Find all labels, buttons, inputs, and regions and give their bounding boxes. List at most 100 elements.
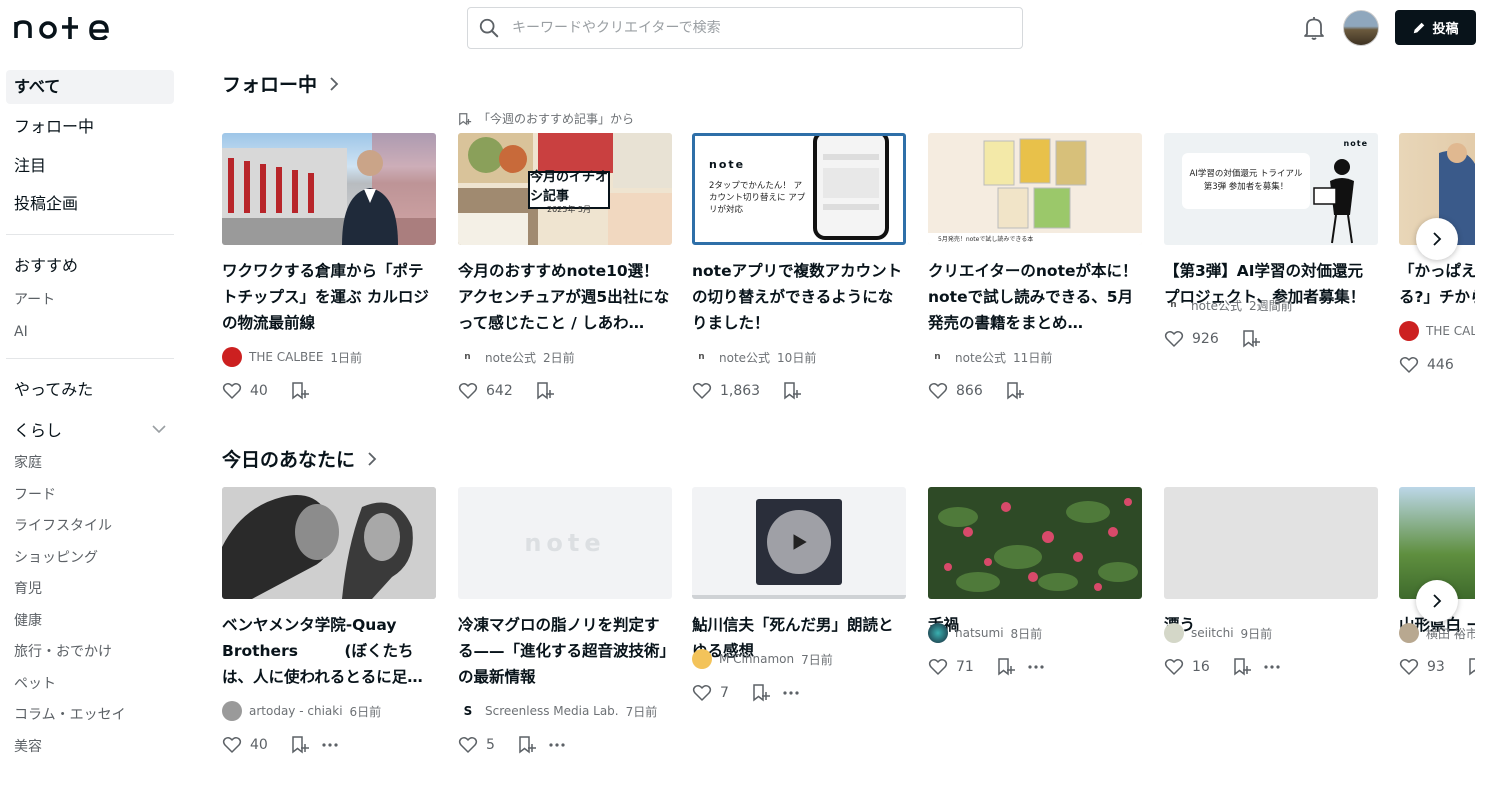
article-title[interactable]: noteアプリで複数アカウントの切り替えができるようになりました！ bbox=[692, 258, 906, 336]
more-icon[interactable] bbox=[1026, 657, 1046, 677]
article-title[interactable]: 冷凍マグロの脂ノリを判定する——「進化する超音波技術」の最新情報 bbox=[458, 612, 672, 690]
sidebar-sub-family[interactable]: 家庭 bbox=[6, 448, 174, 480]
article-card[interactable]: ベンヤメンタ学院-Quay Brothers (ぼくたちは、人に使われるとるに足… bbox=[222, 487, 436, 757]
more-icon[interactable] bbox=[320, 735, 340, 755]
sidebar-sub-ai[interactable]: AI bbox=[6, 317, 174, 349]
sidebar-sub-health[interactable]: 健康 bbox=[6, 606, 174, 638]
heart-icon[interactable] bbox=[222, 735, 242, 755]
add-to-magazine-icon[interactable] bbox=[290, 381, 310, 401]
author-name[interactable]: seiitchi bbox=[1191, 626, 1234, 640]
author-avatar[interactable]: n bbox=[928, 347, 948, 367]
sidebar-item-yattemita[interactable]: やってみた bbox=[6, 371, 174, 410]
author-avatar[interactable] bbox=[1164, 623, 1184, 643]
heart-icon[interactable] bbox=[928, 657, 948, 677]
add-to-magazine-icon[interactable] bbox=[1232, 657, 1252, 677]
heart-icon[interactable] bbox=[222, 381, 242, 401]
add-to-magazine-icon[interactable] bbox=[535, 381, 555, 401]
section-following-title[interactable]: フォロー中 bbox=[222, 70, 339, 97]
article-card[interactable]: ワクワクする倉庫から「ポテトチップス」を運ぶ カルロジの物流最前線 THE CA… bbox=[222, 133, 436, 403]
like-count: 926 bbox=[1192, 331, 1219, 347]
sidebar-item-all[interactable]: すべて bbox=[6, 70, 174, 104]
article-card[interactable]: note 2タップでかんたん！ アカウント切り替えに アプリが対応 noteアプ… bbox=[692, 133, 906, 403]
search-box[interactable] bbox=[467, 7, 1023, 49]
article-card[interactable]: 漂う seiitchi 9日前 16 bbox=[1164, 487, 1378, 679]
sidebar-sub-lifestyle[interactable]: ライフスタイル bbox=[6, 511, 174, 543]
sidebar-sub-parenting[interactable]: 育児 bbox=[6, 574, 174, 606]
article-card[interactable]: 今月のイチオシ記事 2025年 5月 今月のおすすめnote10選！アクセンチュ… bbox=[458, 133, 672, 403]
add-to-magazine-icon[interactable] bbox=[1241, 329, 1261, 349]
sidebar-sub-art[interactable]: アート bbox=[6, 285, 174, 317]
article-card[interactable]: AI学習の対価還元 トライアル第3弾 参加者を募集！ note 【第3弾】AI学… bbox=[1164, 133, 1378, 351]
author-avatar[interactable]: n bbox=[458, 347, 478, 367]
author-name[interactable]: note公式 bbox=[485, 349, 536, 366]
search-input[interactable] bbox=[512, 20, 992, 36]
note-logo[interactable] bbox=[14, 14, 120, 41]
author-avatar[interactable] bbox=[222, 347, 242, 367]
author-avatar[interactable] bbox=[1399, 623, 1419, 643]
author-avatar[interactable] bbox=[928, 623, 948, 643]
add-to-magazine-icon[interactable] bbox=[751, 683, 771, 703]
article-title[interactable]: ベンヤメンタ学院-Quay Brothers (ぼくたちは、人に使われるとるに足… bbox=[222, 612, 436, 690]
user-avatar[interactable] bbox=[1343, 10, 1379, 46]
author-name[interactable]: artoday - chiaki bbox=[249, 704, 343, 718]
article-title[interactable]: 「かっぱえびせんから消える?」チから お bbox=[1399, 258, 1475, 310]
add-to-magazine-icon[interactable] bbox=[996, 657, 1016, 677]
sidebar-sub-beauty[interactable]: 美容 bbox=[6, 732, 174, 764]
add-to-magazine-icon[interactable] bbox=[1467, 657, 1475, 677]
sidebar-item-featured[interactable]: 注目 bbox=[6, 147, 174, 186]
heart-icon[interactable] bbox=[692, 381, 712, 401]
more-icon[interactable] bbox=[547, 735, 567, 755]
carousel-next-button[interactable] bbox=[1416, 218, 1458, 260]
author-avatar[interactable]: n bbox=[1164, 295, 1184, 315]
article-card[interactable]: note 冷凍マグロの脂ノリを判定する——「進化する超音波技術」の最新情報 S … bbox=[458, 487, 672, 757]
sidebar-sub-food[interactable]: フード bbox=[6, 480, 174, 512]
heart-icon[interactable] bbox=[1164, 657, 1184, 677]
sidebar-item-recommend[interactable]: おすすめ bbox=[6, 247, 174, 286]
article-card[interactable]: 鮎川信夫「死んだ男」朗読とゆる感想 M Cinnamon 7日前 7 bbox=[692, 487, 906, 705]
author-name[interactable]: natsumi bbox=[955, 626, 1004, 640]
heart-icon[interactable] bbox=[1399, 657, 1419, 677]
carousel-next-button[interactable] bbox=[1416, 580, 1458, 622]
add-to-magazine-icon[interactable] bbox=[1005, 381, 1025, 401]
sidebar-item-following[interactable]: フォロー中 bbox=[6, 108, 174, 147]
author-name[interactable]: THE CALBEE bbox=[249, 350, 323, 364]
article-title[interactable]: クリエイターのnoteが本に！noteで試し読みできる、5月発売の書籍をまとめ… bbox=[928, 258, 1142, 336]
sidebar-sub-shopping[interactable]: ショッピング bbox=[6, 543, 174, 575]
author-avatar[interactable] bbox=[222, 701, 242, 721]
author-avatar[interactable]: S bbox=[458, 701, 478, 721]
sidebar-sub-column[interactable]: コラム・エッセイ bbox=[6, 700, 174, 732]
sidebar-sub-pet[interactable]: ペット bbox=[6, 669, 174, 701]
author-name[interactable]: THE CAL bbox=[1426, 324, 1475, 338]
add-to-magazine-icon[interactable] bbox=[517, 735, 537, 755]
author-name[interactable]: M Cinnamon bbox=[719, 652, 794, 666]
author-name[interactable]: note公式 bbox=[955, 349, 1006, 366]
heart-icon[interactable] bbox=[458, 735, 478, 755]
more-icon[interactable] bbox=[1262, 657, 1282, 677]
heart-icon[interactable] bbox=[458, 381, 478, 401]
more-icon[interactable] bbox=[781, 683, 801, 703]
sidebar-item-kurashi[interactable]: くらし bbox=[6, 410, 174, 449]
heart-icon[interactable] bbox=[1399, 355, 1419, 375]
notification-bell-icon[interactable] bbox=[1302, 15, 1326, 41]
article-card[interactable]: 5月発売！noteで試し読みできる本 クリエイターのnoteが本に！noteで試… bbox=[928, 133, 1142, 403]
sidebar-sub-travel[interactable]: 旅行・おでかけ bbox=[6, 637, 174, 669]
author-avatar[interactable] bbox=[1399, 321, 1419, 341]
article-title[interactable]: 今月のおすすめnote10選！アクセンチュアが週5出社になって感じたこと / し… bbox=[458, 258, 672, 336]
author-avatar[interactable] bbox=[692, 649, 712, 669]
heart-icon[interactable] bbox=[692, 683, 712, 703]
add-to-magazine-icon[interactable] bbox=[782, 381, 802, 401]
heart-icon[interactable] bbox=[928, 381, 948, 401]
play-icon[interactable] bbox=[767, 510, 831, 574]
author-name[interactable]: note公式 bbox=[1191, 297, 1242, 314]
article-title[interactable]: ワクワクする倉庫から「ポテトチップス」を運ぶ カルロジの物流最前線 bbox=[222, 258, 436, 336]
sidebar-item-contests[interactable]: 投稿企画 bbox=[6, 185, 174, 224]
post-button[interactable]: 投稿 bbox=[1395, 10, 1476, 45]
section-today-title[interactable]: 今日のあなたに bbox=[222, 445, 377, 472]
author-name[interactable]: Screenless Media Lab. bbox=[485, 704, 619, 718]
author-name[interactable]: note公式 bbox=[719, 349, 770, 366]
author-name[interactable]: 横田 裕市 bbox=[1426, 625, 1475, 642]
author-avatar[interactable]: n bbox=[692, 347, 712, 367]
heart-icon[interactable] bbox=[1164, 329, 1184, 349]
add-to-magazine-icon[interactable] bbox=[290, 735, 310, 755]
article-card[interactable]: 舌禍 natsumi 8日前 71 bbox=[928, 487, 1142, 679]
